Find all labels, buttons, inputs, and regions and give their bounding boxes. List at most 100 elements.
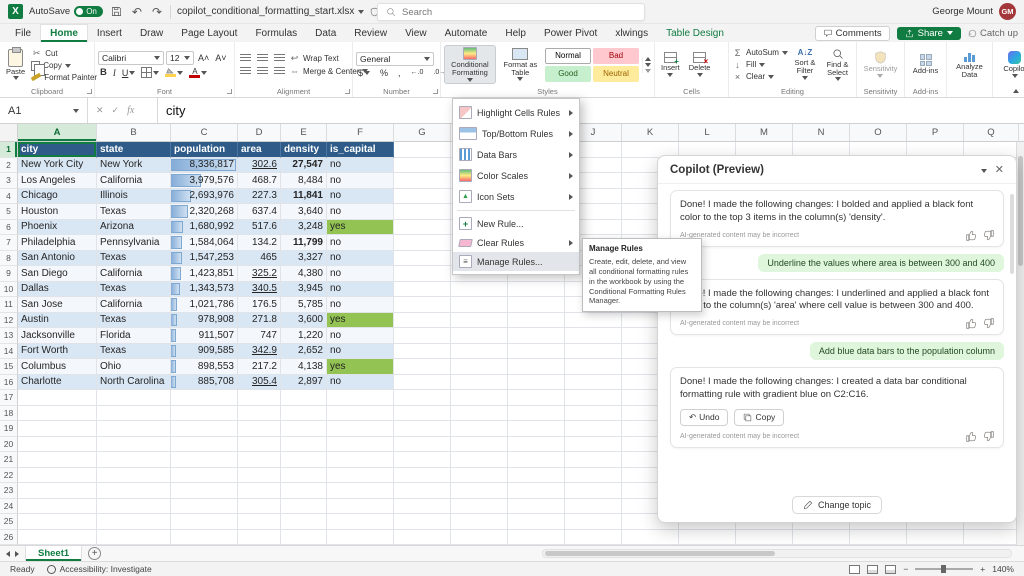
row-header-7[interactable]: 7 [0, 235, 18, 251]
cell-E18[interactable] [281, 406, 327, 422]
cell-C12[interactable]: 978,908 [171, 313, 238, 329]
scrollbar-thumb[interactable] [1018, 156, 1023, 266]
italic-button[interactable]: I [111, 68, 118, 78]
cell-A11[interactable]: San Jose [18, 297, 97, 313]
cell-J14[interactable] [565, 344, 622, 360]
column-header-F[interactable]: F [327, 124, 394, 141]
cell-A6[interactable]: Phoenix [18, 220, 97, 236]
cell-B26[interactable] [97, 530, 171, 546]
cf-menu-item-manage-rules[interactable]: ≡Manage Rules... [453, 252, 579, 271]
cell-F9[interactable]: no [327, 266, 394, 282]
cell-O26[interactable] [850, 530, 907, 546]
cell-E24[interactable] [281, 499, 327, 515]
cell-C10[interactable]: 1,343,573 [171, 282, 238, 298]
cell-C9[interactable]: 1,423,851 [171, 266, 238, 282]
cell-B10[interactable]: Texas [97, 282, 171, 298]
cell-G7[interactable] [394, 235, 451, 251]
page-break-view-icon[interactable] [885, 565, 896, 574]
copilot-undo-button[interactable]: ↶Undo [680, 409, 728, 426]
row-header-1[interactable]: 1 [0, 142, 18, 158]
cell-C26[interactable] [171, 530, 238, 546]
cell-B18[interactable] [97, 406, 171, 422]
cell-D22[interactable] [238, 468, 281, 484]
cell-E21[interactable] [281, 452, 327, 468]
cell-A17[interactable] [18, 390, 97, 406]
tab-xlwings[interactable]: xlwings [606, 24, 657, 42]
column-header-B[interactable]: B [97, 124, 171, 141]
cell-A1[interactable]: city [18, 142, 97, 158]
row-header-15[interactable]: 15 [0, 359, 18, 375]
zoom-slider-thumb[interactable] [941, 565, 946, 573]
cell-E5[interactable]: 3,640 [281, 204, 327, 220]
sensitivity-button[interactable]: Sensitivity [861, 50, 901, 79]
tab-insert[interactable]: Insert [88, 24, 131, 42]
dialog-launcher-icon[interactable] [87, 89, 92, 94]
cell-D10[interactable]: 340.5 [238, 282, 281, 298]
cell-F25[interactable] [327, 514, 394, 530]
cell-E6[interactable]: 3,248 [281, 220, 327, 236]
cf-menu-item-highlight-cells-rules[interactable]: Highlight Cells Rules [453, 102, 579, 123]
cell-B23[interactable] [97, 483, 171, 499]
cell-I20[interactable] [508, 437, 565, 453]
column-header-M[interactable]: M [736, 124, 793, 141]
cell-B14[interactable]: Texas [97, 344, 171, 360]
row-header-22[interactable]: 22 [0, 468, 18, 484]
row-header-20[interactable]: 20 [0, 437, 18, 453]
cell-G22[interactable] [394, 468, 451, 484]
cell-A15[interactable]: Columbus [18, 359, 97, 375]
row-header-26[interactable]: 26 [0, 530, 18, 546]
row-header-2[interactable]: 2 [0, 158, 18, 174]
gallery-down-icon[interactable] [645, 63, 651, 67]
align-top-button[interactable] [238, 54, 253, 63]
row-header-14[interactable]: 14 [0, 344, 18, 360]
row-header-3[interactable]: 3 [0, 173, 18, 189]
cell-F2[interactable]: no [327, 158, 394, 174]
paste-button[interactable]: Paste [3, 48, 28, 82]
fill-button[interactable]: ↓Fill [732, 60, 788, 70]
undo-icon[interactable]: ↶ [130, 5, 144, 19]
align-center-button[interactable] [255, 67, 270, 76]
zoom-in-icon[interactable]: + [980, 564, 985, 574]
cell-D2[interactable]: 302.6 [238, 158, 281, 174]
cell-E16[interactable]: 2,897 [281, 375, 327, 391]
cell-H22[interactable] [451, 468, 508, 484]
cell-B11[interactable]: California [97, 297, 171, 313]
cell-D1[interactable]: area [238, 142, 281, 158]
cell-F18[interactable] [327, 406, 394, 422]
number-format-select[interactable]: General [356, 52, 434, 66]
cell-D3[interactable]: 468.7 [238, 173, 281, 189]
copilot-scrollbar[interactable] [1010, 194, 1014, 274]
cell-H14[interactable] [451, 344, 508, 360]
cell-G24[interactable] [394, 499, 451, 515]
cell-C19[interactable] [171, 421, 238, 437]
column-header-Q[interactable]: Q [964, 124, 1019, 141]
cell-H12[interactable] [451, 313, 508, 329]
cell-D11[interactable]: 176.5 [238, 297, 281, 313]
cell-B19[interactable] [97, 421, 171, 437]
cell-A20[interactable] [18, 437, 97, 453]
cell-style-bad[interactable]: Bad [593, 48, 639, 64]
zoom-slider[interactable] [915, 568, 973, 570]
cell-D5[interactable]: 637.4 [238, 204, 281, 220]
cell-F6[interactable]: yes [327, 220, 394, 236]
cell-I10[interactable] [508, 282, 565, 298]
cell-A24[interactable] [18, 499, 97, 515]
cell-A16[interactable]: Charlotte [18, 375, 97, 391]
cell-D18[interactable] [238, 406, 281, 422]
cell-A10[interactable]: Dallas [18, 282, 97, 298]
vertical-scrollbar[interactable] [1016, 142, 1024, 545]
sort-filter-button[interactable]: A↓Z Sort & Filter [791, 48, 819, 80]
cell-style-good[interactable]: Good [545, 66, 591, 82]
cell-G26[interactable] [394, 530, 451, 546]
font-family-select[interactable]: Calibri [98, 51, 164, 65]
cell-E22[interactable] [281, 468, 327, 484]
avatar[interactable]: GM [999, 3, 1016, 20]
document-title[interactable]: copilot_conditional_formatting_start.xls… [177, 6, 364, 17]
cell-F26[interactable] [327, 530, 394, 546]
comma-style-button[interactable]: , [396, 68, 403, 78]
tab-draw[interactable]: Draw [131, 24, 172, 42]
cf-menu-item-icon-sets[interactable]: ▲Icon Sets [453, 186, 579, 207]
cell-G10[interactable] [394, 282, 451, 298]
cell-B22[interactable] [97, 468, 171, 484]
column-header-C[interactable]: C [171, 124, 238, 141]
